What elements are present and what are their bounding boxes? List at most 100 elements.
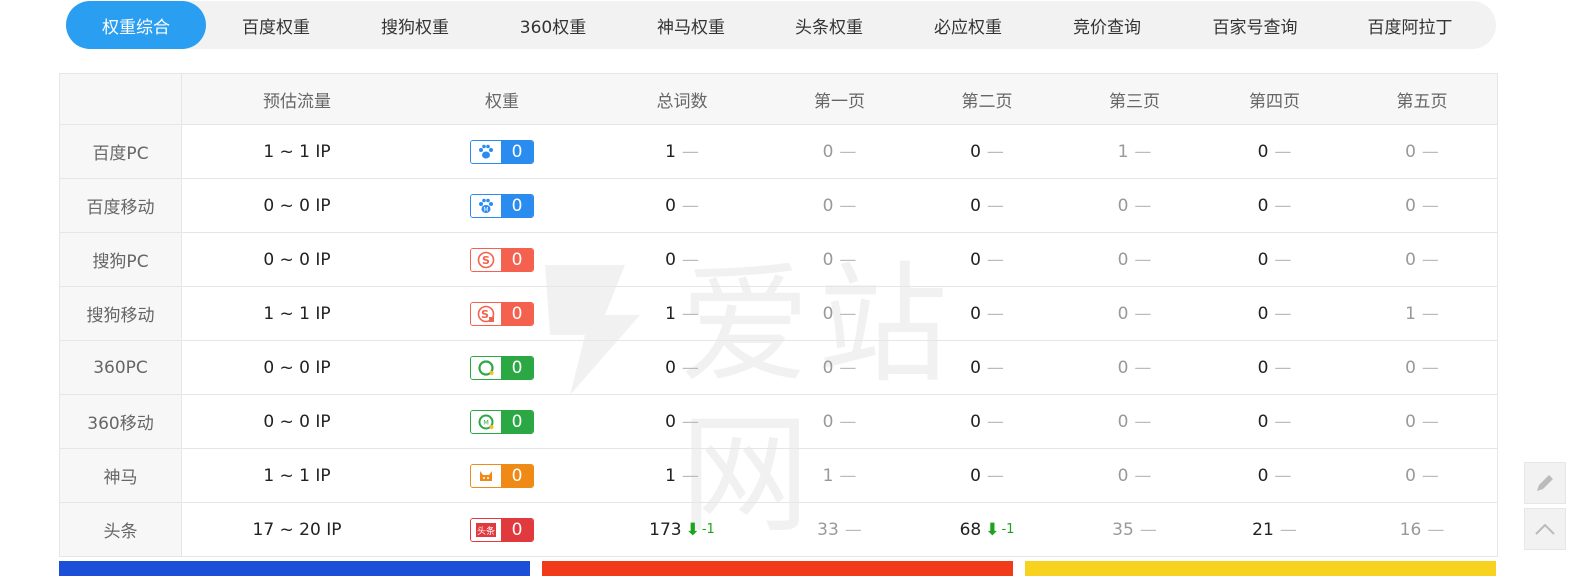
page5-count: 0—: [1347, 125, 1497, 178]
page1-count-value[interactable]: 0: [823, 196, 834, 216]
page1-count-value[interactable]: 0: [823, 250, 834, 270]
page3-count-value[interactable]: 1: [1118, 142, 1129, 162]
page5-count-value[interactable]: 0: [1405, 466, 1416, 486]
weight-badge[interactable]: 0: [470, 355, 534, 380]
weight-badge[interactable]: M0: [470, 409, 534, 434]
no-change-dash: —: [1421, 465, 1439, 486]
tab-baidu-aladdin[interactable]: 百度阿拉丁: [1334, 1, 1486, 49]
engine-name: 搜狗PC: [60, 233, 182, 286]
no-change-dash: —: [1134, 411, 1152, 432]
page5-count-value[interactable]: 0: [1405, 196, 1416, 216]
total-words: 0—: [592, 233, 772, 286]
page3-count-value[interactable]: 0: [1118, 358, 1129, 378]
page4-count-value[interactable]: 0: [1258, 196, 1269, 216]
page4-count-value[interactable]: 0: [1258, 358, 1269, 378]
table-row: 百度移动 0 ~ 0 IP M 0 0—0—0—0—0—0—: [60, 178, 1497, 232]
no-change-dash: —: [839, 141, 857, 162]
weight-badge[interactable]: S0: [470, 247, 534, 272]
total-words-value[interactable]: 0: [665, 358, 676, 378]
total-words-value[interactable]: 1: [665, 466, 676, 486]
page1-count-value[interactable]: 0: [823, 304, 834, 324]
ad-banner-middle[interactable]: [542, 561, 1013, 576]
weight-badge[interactable]: S0: [470, 301, 534, 326]
tab-weight-overview[interactable]: 权重综合: [66, 1, 206, 49]
no-change-dash: —: [986, 303, 1004, 324]
page3-count-value[interactable]: 0: [1118, 250, 1129, 270]
no-change-dash: —: [1274, 465, 1292, 486]
page4-count-value[interactable]: 21: [1252, 520, 1274, 540]
page5-count-value[interactable]: 0: [1405, 142, 1416, 162]
page5-count-value[interactable]: 0: [1405, 412, 1416, 432]
total-words-value[interactable]: 1: [665, 304, 676, 324]
page4-count-value[interactable]: 0: [1258, 304, 1269, 324]
page1-count: 1—: [772, 449, 907, 502]
no-change-dash: —: [681, 357, 699, 378]
page3-count-value[interactable]: 0: [1118, 196, 1129, 216]
no-change-dash: —: [986, 249, 1004, 270]
weight-badge[interactable]: 0: [470, 463, 534, 488]
tab-bidding-query[interactable]: 竞价查询: [1038, 1, 1176, 49]
tab-bing-weight[interactable]: 必应权重: [898, 1, 1038, 49]
page4-count-value[interactable]: 0: [1258, 466, 1269, 486]
page5-count: 0—: [1347, 341, 1497, 394]
back-to-top-button[interactable]: [1524, 508, 1566, 550]
page3-count-value[interactable]: 0: [1118, 412, 1129, 432]
page1-count-value[interactable]: 33: [817, 520, 839, 540]
page4-count-value[interactable]: 0: [1258, 412, 1269, 432]
page2-count-value[interactable]: 0: [970, 142, 981, 162]
edit-feedback-button[interactable]: [1524, 462, 1566, 504]
total-words-value[interactable]: 173: [649, 520, 681, 540]
page5-count-value[interactable]: 1: [1405, 304, 1416, 324]
page2-count-value[interactable]: 0: [970, 250, 981, 270]
page3-count-value[interactable]: 0: [1118, 466, 1129, 486]
page2-count-value[interactable]: 0: [970, 466, 981, 486]
total-words-value[interactable]: 0: [665, 250, 676, 270]
no-change-dash: —: [1139, 519, 1157, 540]
total-words-value[interactable]: 1: [665, 142, 676, 162]
no-change-dash: —: [986, 411, 1004, 432]
tab-360-weight[interactable]: 360权重: [484, 1, 622, 49]
page4-count-value[interactable]: 0: [1258, 142, 1269, 162]
page2-count-value[interactable]: 68: [960, 520, 982, 540]
total-words-value[interactable]: 0: [665, 196, 676, 216]
page2-count-value[interactable]: 0: [970, 412, 981, 432]
traffic-estimate: 0 ~ 0 IP: [263, 249, 331, 270]
page4-count-value[interactable]: 0: [1258, 250, 1269, 270]
page5-count-value[interactable]: 0: [1405, 358, 1416, 378]
page5-count-value[interactable]: 0: [1405, 250, 1416, 270]
page5-count-value[interactable]: 16: [1400, 520, 1422, 540]
weight-badge[interactable]: M0: [470, 193, 534, 218]
ad-banner-right[interactable]: [1025, 561, 1496, 576]
360-mobile-icon: M: [471, 410, 501, 433]
weight-badge[interactable]: 0: [470, 139, 534, 164]
ad-banner-left[interactable]: [59, 561, 530, 576]
tab-baidu-weight[interactable]: 百度权重: [206, 1, 346, 49]
page1-count-value[interactable]: 0: [823, 358, 834, 378]
traffic-estimate: 0 ~ 0 IP: [263, 195, 331, 216]
total-words-value[interactable]: 0: [665, 412, 676, 432]
chevron-up-icon: [1535, 523, 1555, 535]
total-words: 0—: [592, 395, 772, 448]
traffic-estimate: 1 ~ 1 IP: [263, 303, 331, 324]
page1-count-value[interactable]: 0: [823, 142, 834, 162]
sogou-icon: S: [471, 248, 501, 271]
page1-count-value[interactable]: 1: [823, 466, 834, 486]
tab-sogou-weight[interactable]: 搜狗权重: [346, 1, 484, 49]
traffic-estimate: 17 ~ 20 IP: [252, 519, 342, 540]
no-change-dash: —: [681, 141, 699, 162]
page2-count-value[interactable]: 0: [970, 358, 981, 378]
tab-baijiahao-query[interactable]: 百家号查询: [1176, 1, 1334, 49]
page2-count-value[interactable]: 0: [970, 304, 981, 324]
header-total-words: 总词数: [656, 91, 708, 112]
weight-badge[interactable]: 头条 0: [470, 517, 534, 542]
total-words: 0—: [592, 341, 772, 394]
page3-count: 0—: [1067, 341, 1202, 394]
page2-count-value[interactable]: 0: [970, 196, 981, 216]
page2-count: 0—: [907, 395, 1067, 448]
page3-count-value[interactable]: 35: [1112, 520, 1134, 540]
page3-count-value[interactable]: 0: [1118, 304, 1129, 324]
tab-toutiao-weight[interactable]: 头条权重: [760, 1, 898, 49]
page1-count-value[interactable]: 0: [823, 412, 834, 432]
no-change-dash: —: [1274, 357, 1292, 378]
tab-shenma-weight[interactable]: 神马权重: [622, 1, 760, 49]
